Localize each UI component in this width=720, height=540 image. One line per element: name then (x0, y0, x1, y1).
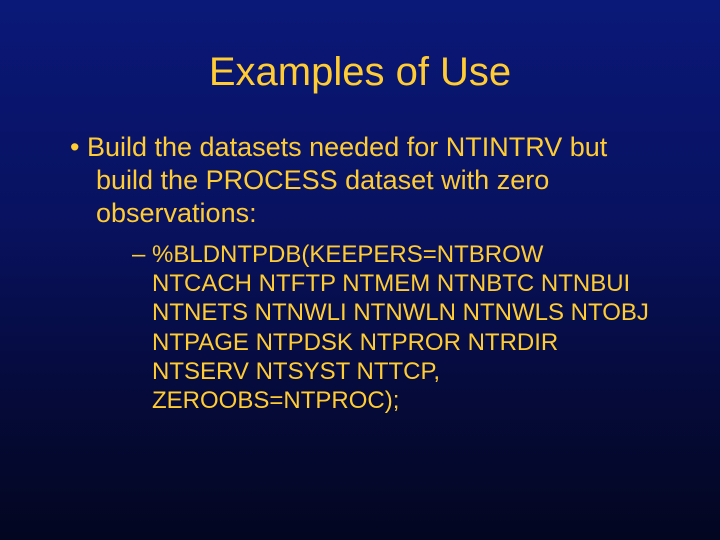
bullet-main: Build the datasets needed for NTINTRV bu… (70, 131, 650, 230)
slide: Examples of Use Build the datasets neede… (0, 0, 720, 540)
bullet-sub: %BLDNTPDB(KEEPERS=NTBROW NTCACH NTFTP NT… (70, 240, 650, 416)
slide-title: Examples of Use (70, 50, 650, 95)
